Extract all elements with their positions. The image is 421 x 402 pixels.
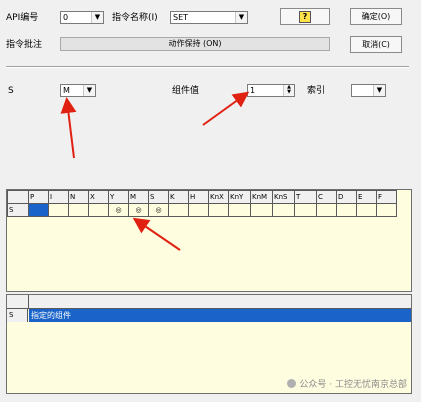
annotation-arrow-value: [202, 91, 250, 126]
annotation-arrow-device: [60, 97, 77, 159]
annotation-arrows: [60, 91, 250, 251]
annotation-arrow-grid: [132, 217, 181, 251]
